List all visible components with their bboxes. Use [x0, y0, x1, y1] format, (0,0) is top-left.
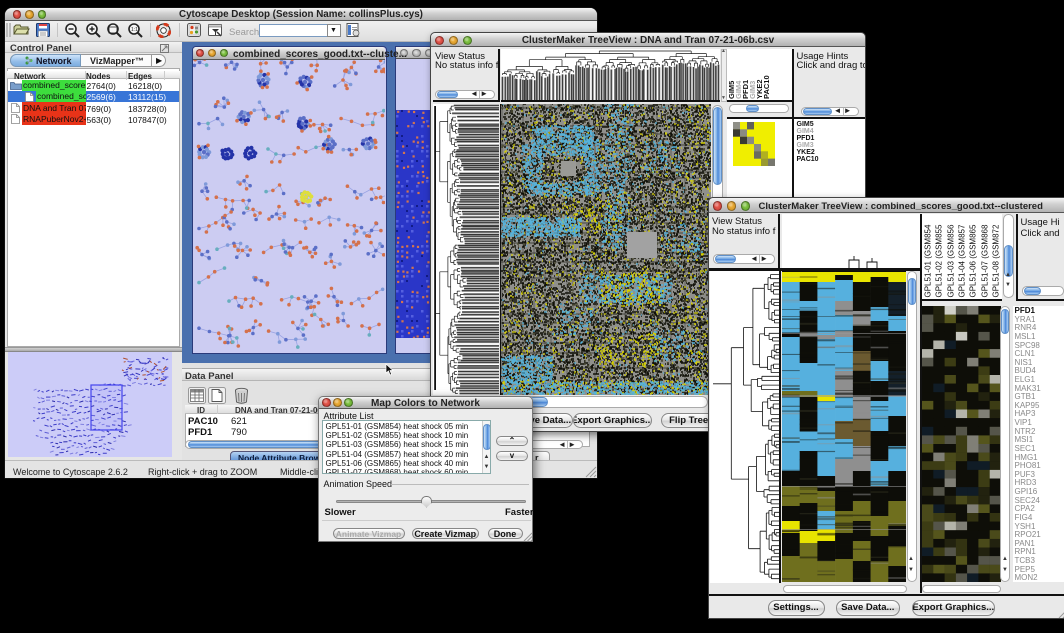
svg-text:1:1: 1:1: [131, 27, 138, 33]
